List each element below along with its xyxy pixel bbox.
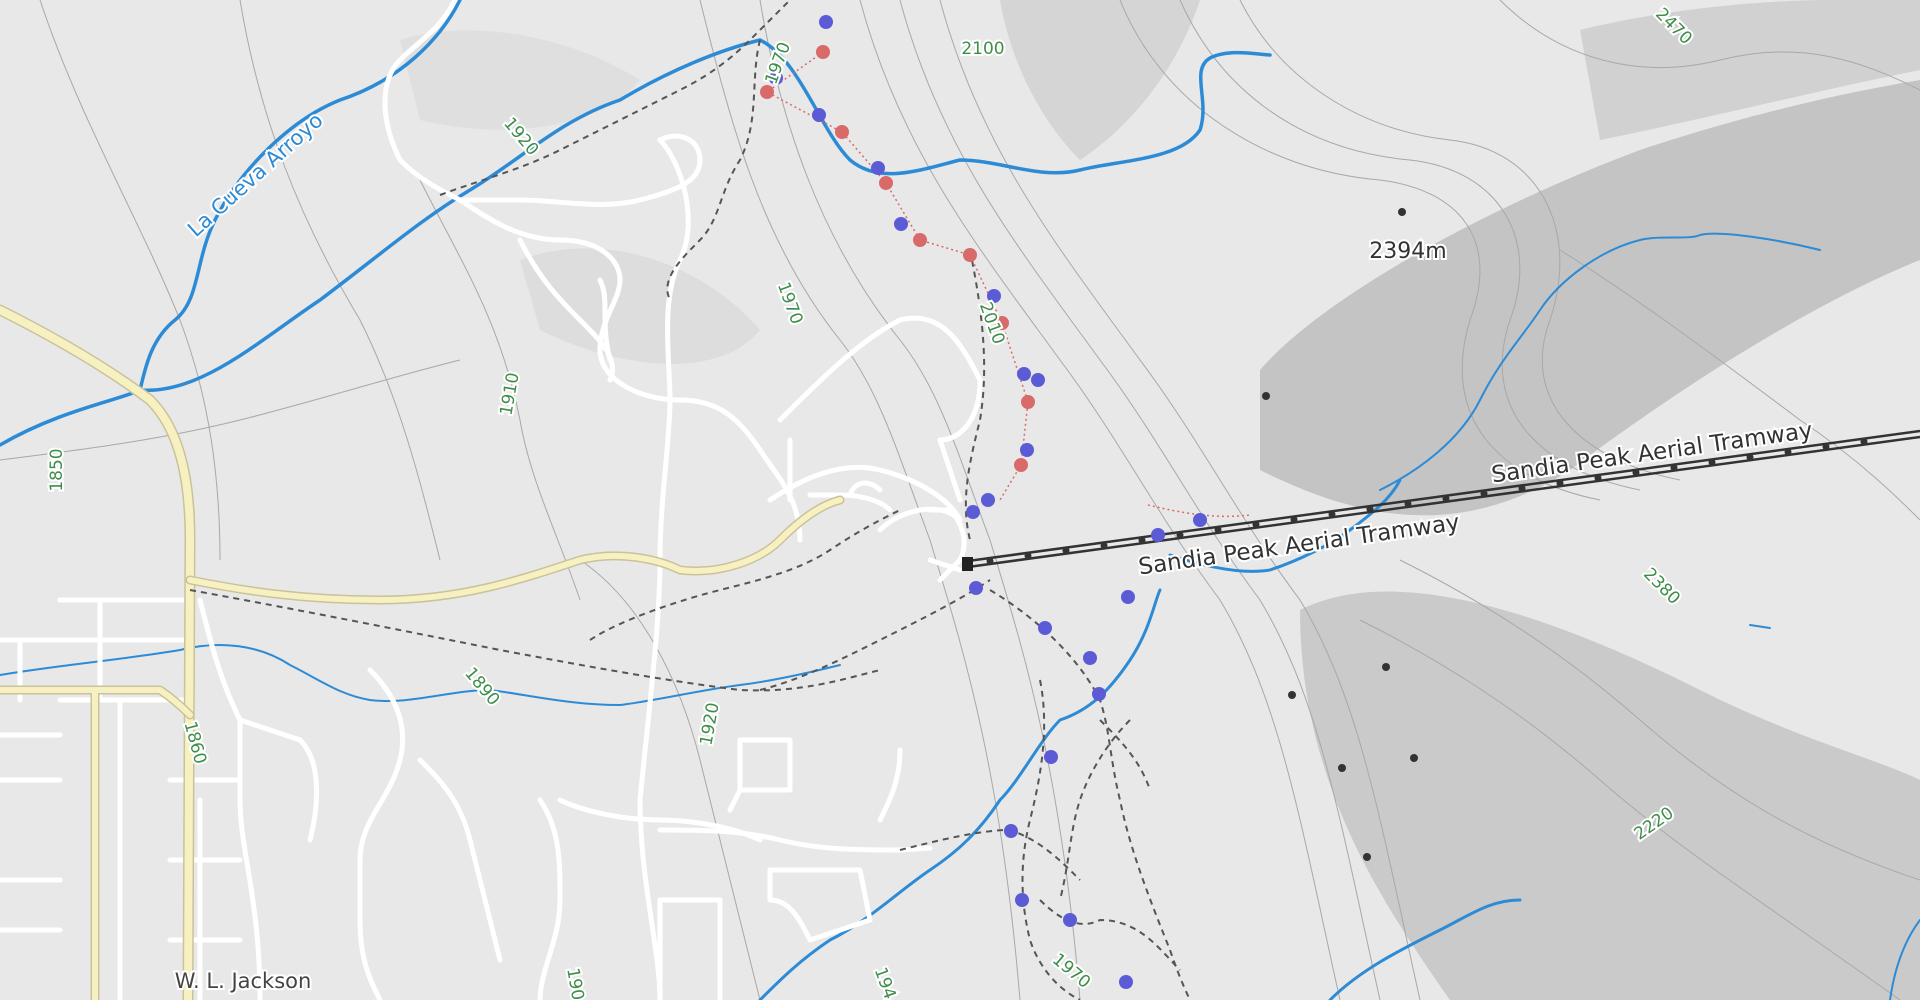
route-point-blue[interactable]: [1044, 750, 1058, 764]
tram-tower: [1138, 536, 1146, 544]
tram-tower: [1822, 443, 1830, 451]
tram-tower: [1556, 479, 1564, 487]
tram-tower: [986, 557, 994, 565]
tram-tower: [1328, 510, 1336, 518]
tram-tower: [1024, 552, 1032, 560]
route-point-blue[interactable]: [812, 108, 826, 122]
tram-tower: [1366, 505, 1374, 513]
route-point-blue[interactable]: [1015, 893, 1029, 907]
route-point-red[interactable]: [760, 85, 774, 99]
contour-label: 2100: [961, 39, 1004, 59]
route-point-blue[interactable]: [1193, 513, 1207, 527]
tram-tower: [1176, 531, 1184, 539]
tram-tower: [1708, 458, 1716, 466]
tram-tower: [1480, 490, 1488, 498]
route-point-blue[interactable]: [894, 217, 908, 231]
route-point-blue[interactable]: [1017, 367, 1031, 381]
tram-tower: [1062, 547, 1070, 555]
route-point-blue[interactable]: [819, 15, 833, 29]
tram-tower: [1290, 515, 1298, 523]
route-point-blue[interactable]: [981, 493, 995, 507]
route-point-blue[interactable]: [871, 161, 885, 175]
route-point-red[interactable]: [879, 176, 893, 190]
route-point-red[interactable]: [913, 233, 927, 247]
contour-label: 1850: [47, 448, 67, 491]
route-point-blue[interactable]: [966, 505, 980, 519]
route-point-blue[interactable]: [1121, 590, 1135, 604]
route-point-blue[interactable]: [1063, 913, 1077, 927]
map-svg[interactable]: 2100 2470 1970 1920 1970 2010 1910 1850 …: [0, 0, 1920, 1000]
tram-tower: [1442, 495, 1450, 503]
route-point-blue[interactable]: [1092, 687, 1106, 701]
route-point-blue[interactable]: [1004, 824, 1018, 838]
tram-tower: [1100, 541, 1108, 549]
route-point-red[interactable]: [963, 248, 977, 262]
map-canvas[interactable]: 2100 2470 1970 1920 1970 2010 1910 1850 …: [0, 0, 1920, 1000]
tram-tower: [1404, 500, 1412, 508]
route-point-red[interactable]: [816, 45, 830, 59]
route-point-red[interactable]: [1014, 458, 1028, 472]
route-point-blue[interactable]: [1038, 621, 1052, 635]
tram-tower: [1518, 484, 1526, 492]
route-point-red[interactable]: [835, 125, 849, 139]
route-point-blue[interactable]: [1151, 528, 1165, 542]
route-point-blue[interactable]: [969, 581, 983, 595]
tram-tower: [1670, 464, 1678, 472]
route-point-blue[interactable]: [1119, 975, 1133, 989]
tram-tower: [1214, 526, 1222, 534]
tram-tower: [1632, 469, 1640, 477]
tram-tower: [1860, 438, 1868, 446]
route-point-blue[interactable]: [1020, 443, 1034, 457]
tram-tower: [1784, 448, 1792, 456]
tram-tower: [1594, 474, 1602, 482]
route-point-blue[interactable]: [1083, 651, 1097, 665]
route-point-blue[interactable]: [1031, 373, 1045, 387]
place-label: W. L. Jackson: [175, 969, 312, 993]
route-point-red[interactable]: [1021, 395, 1035, 409]
peak-elevation-label: 2394m: [1369, 239, 1446, 264]
tram-station: [962, 557, 973, 571]
tram-tower: [1252, 521, 1260, 529]
tram-tower: [1746, 453, 1754, 461]
